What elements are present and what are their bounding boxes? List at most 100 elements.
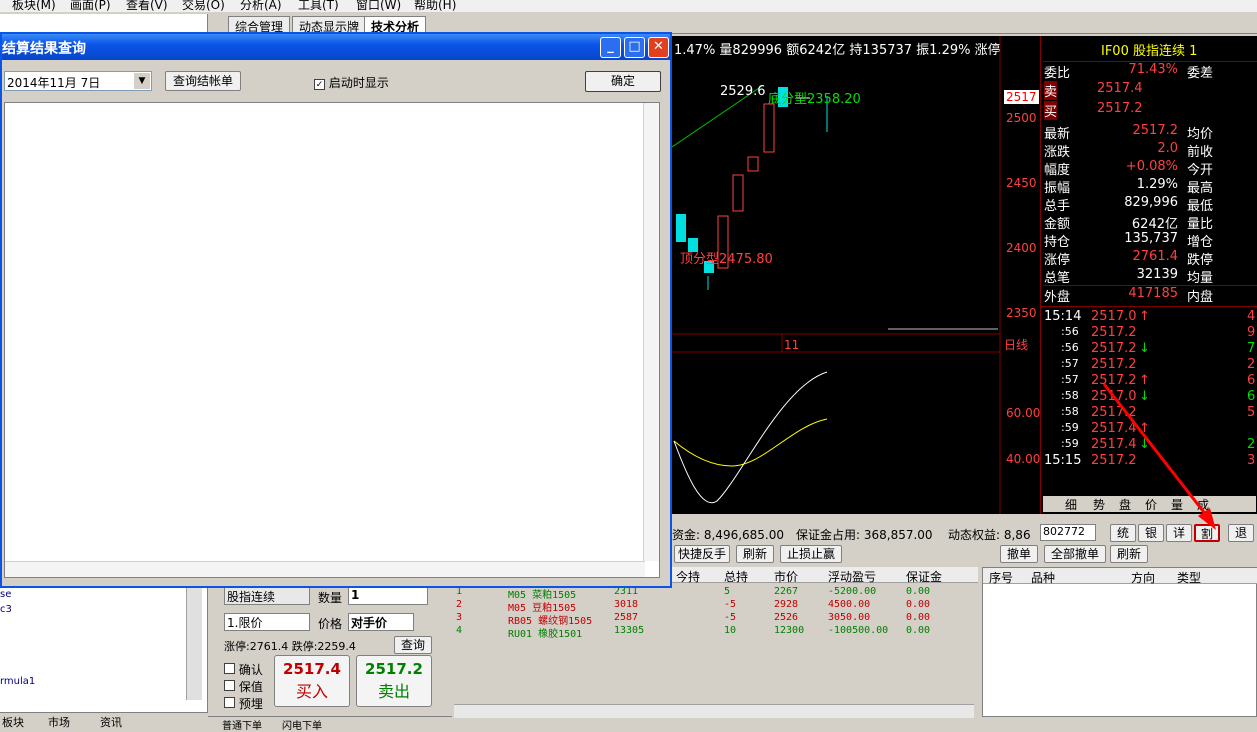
- chart-canvas: [672, 36, 1001, 514]
- tick-list: 15:14 2517.0 ↑ 4:56 2517.2 9:56 2517.2 ↓ 7:57 251…: [1041, 306, 1257, 468]
- indicator-line-yellow: [673, 418, 828, 467]
- chart-annotation-bottom: 底分型2358.20: [768, 92, 861, 107]
- date-picker[interactable]: 2014年11月 7日 ▼: [4, 71, 152, 91]
- instrument-title: IF00 股指连续 1: [1101, 44, 1198, 59]
- chart-annotation-top: 顶分型2475.80: [680, 252, 773, 267]
- quote-row: 最新 2517.2 均价: [1044, 123, 1214, 142]
- startup-checkbox[interactable]: ✓ 启动时显示: [314, 74, 389, 91]
- order-panel: 股指连续 数量 1 1.限价 价格 对手价 涨停:2761.4 跌停:2259.…: [208, 565, 452, 732]
- qty-label: 数量: [318, 591, 343, 605]
- price-tick: 2350: [1006, 306, 1037, 320]
- order-tabs: 普通下单 闪电下单: [208, 716, 452, 732]
- period-label: 日线: [1004, 338, 1029, 352]
- indicator-tick: 60.00: [1006, 406, 1041, 420]
- sell-button[interactable]: 2517.2 卖出: [356, 655, 432, 707]
- price-tick-current: 2517: [1004, 90, 1039, 104]
- menu-item[interactable]: 交易(O): [182, 0, 225, 12]
- quote-row-weibi: 委比 71.43% 委差: [1043, 61, 1257, 81]
- price-input[interactable]: 对手价: [348, 613, 414, 631]
- dialog-title: 结算结果查询: [2, 41, 86, 57]
- quote-row: 振幅 1.29% 最高: [1044, 177, 1214, 196]
- statement-text-area[interactable]: [4, 102, 660, 578]
- instrument-field[interactable]: 股指连续: [224, 587, 310, 605]
- price-label: 价格: [318, 617, 343, 631]
- query-price-button[interactable]: 查询: [394, 636, 432, 654]
- quote-row-buy: 买 2517.2: [1044, 101, 1143, 120]
- quote-row: 金额 6242亿 量比: [1044, 217, 1214, 232]
- table-row[interactable]: 3 RB05 螺纹钢1505 2587 -5 2526 3050.00 0.00: [454, 612, 974, 627]
- tab-flash-order[interactable]: 闪电下单: [282, 717, 322, 732]
- query-statement-button[interactable]: 查询结帐单: [165, 71, 241, 91]
- price-tick: 2400: [1006, 241, 1037, 255]
- quote-row: 幅度 +0.08% 今开: [1044, 159, 1214, 178]
- date-tick: 11: [784, 338, 800, 352]
- horizontal-scrollbar[interactable]: [5, 561, 645, 577]
- quote-row: 总手 829,996 最低: [1044, 195, 1214, 214]
- refresh-orders-button[interactable]: 刷新: [1110, 545, 1148, 563]
- scrollbar[interactable]: [186, 588, 202, 700]
- exit-button[interactable]: 退: [1228, 524, 1254, 542]
- quote-row-outer: 外盘 417185 内盘: [1043, 285, 1257, 305]
- price-tick: 2500: [1006, 111, 1037, 125]
- menu-bar: 板块(M) 画面(P) 查看(V) 交易(O) 分析(A) 工具(T) 窗口(W…: [0, 0, 1257, 12]
- table-row[interactable]: 4 RU01 橡胶1501 13305 10 12300 -100500.00 0.00: [454, 625, 974, 640]
- minimize-icon[interactable]: _: [600, 37, 621, 58]
- tree-item[interactable]: se: [0, 589, 11, 600]
- buy-button[interactable]: 2517.4 买入: [274, 655, 350, 707]
- close-icon[interactable]: ✕: [648, 37, 669, 58]
- menu-item[interactable]: 帮助(H): [414, 0, 456, 12]
- margin-label: 保证金占用: 368,857.00: [796, 528, 933, 542]
- quote-row-sell: 卖 2517.4: [1044, 81, 1143, 100]
- stop-loss-button[interactable]: 止损止赢: [780, 545, 842, 563]
- menu-item[interactable]: 分析(A): [240, 0, 282, 12]
- indicator-line-white: [673, 371, 828, 504]
- menu-item[interactable]: 画面(P): [70, 0, 111, 12]
- cancel-all-button[interactable]: 全部撤单: [1044, 545, 1106, 563]
- quote-row: 总笔 32139 均量: [1044, 267, 1214, 286]
- chevron-down-icon[interactable]: ▼: [134, 73, 150, 89]
- price-tick: 2450: [1006, 176, 1037, 190]
- account-select[interactable]: 802772: [1040, 524, 1096, 541]
- order-type-select[interactable]: 1.限价: [224, 613, 310, 631]
- refresh-positions-button[interactable]: 刷新: [736, 545, 774, 563]
- limit-prices: 涨停:2761.4 跌停:2259.4: [224, 640, 356, 653]
- orders-header: 序号 品种 方向 类型: [983, 568, 1257, 585]
- left-bottom-tabs: 板块 市场 资讯: [0, 712, 208, 729]
- quick-reverse-button[interactable]: 快捷反手: [674, 545, 730, 563]
- candle: [763, 103, 775, 153]
- dialog-titlebar[interactable]: 结算结果查询 _ □ ✕: [2, 34, 670, 60]
- quantity-input[interactable]: 1: [348, 587, 428, 605]
- menu-item[interactable]: 窗口(W): [356, 0, 401, 12]
- candle: [676, 214, 686, 242]
- kline-chart[interactable]: 1.47% 量829996 额6242亿 持135737 振1.29% 涨停 2…: [672, 36, 1040, 514]
- quote-row: 涨跌 2.0 前收: [1044, 141, 1214, 160]
- ok-button[interactable]: 确定: [585, 71, 661, 92]
- candle: [732, 174, 744, 212]
- tree-item[interactable]: c3: [0, 604, 12, 615]
- menu-item[interactable]: 板块(M): [12, 0, 56, 12]
- preset-checkbox[interactable]: 预埋: [224, 695, 263, 712]
- funds-label: 资金: 8,496,685.00: [672, 528, 785, 542]
- quote-row: 涨停 2761.4 跌停: [1044, 249, 1214, 268]
- quote-row: 持仓 135,737 增仓: [1044, 231, 1214, 250]
- vertical-scrollbar[interactable]: [643, 103, 659, 561]
- candle: [747, 156, 759, 172]
- chart-annotation-high: 2529.6: [720, 84, 766, 99]
- tab-normal-order[interactable]: 普通下单: [222, 717, 262, 732]
- equity-label: 动态权益: 8,86: [948, 528, 1031, 542]
- positions-scrollbar[interactable]: [454, 704, 974, 718]
- tab-detail[interactable]: 细: [1065, 496, 1077, 513]
- menu-item[interactable]: 工具(T): [298, 0, 339, 12]
- indicator-tick: 40.00: [1006, 452, 1041, 466]
- maximize-icon[interactable]: □: [624, 37, 645, 58]
- orders-toolbar: 撤单 全部撤单 刷新: [978, 543, 1257, 567]
- cancel-order-button[interactable]: 撤单: [1000, 545, 1038, 563]
- annotation-arrow: [1102, 383, 1216, 530]
- menu-item[interactable]: 查看(V): [126, 0, 168, 12]
- hedge-checkbox[interactable]: 保值: [224, 678, 263, 695]
- table-row[interactable]: 2 M05 豆粕1505 3018 -5 2928 4500.00 0.00: [454, 599, 974, 614]
- tree-item[interactable]: rmula1: [0, 676, 35, 687]
- settlement-dialog: 结算结果查询 _ □ ✕ 2014年11月 7日 ▼ 查询结帐单 ✓ 启动时显示…: [0, 32, 672, 588]
- confirm-checkbox[interactable]: 确认: [224, 661, 263, 678]
- view-tabs: 综合管理 动态显示牌 技术分析: [208, 14, 1257, 34]
